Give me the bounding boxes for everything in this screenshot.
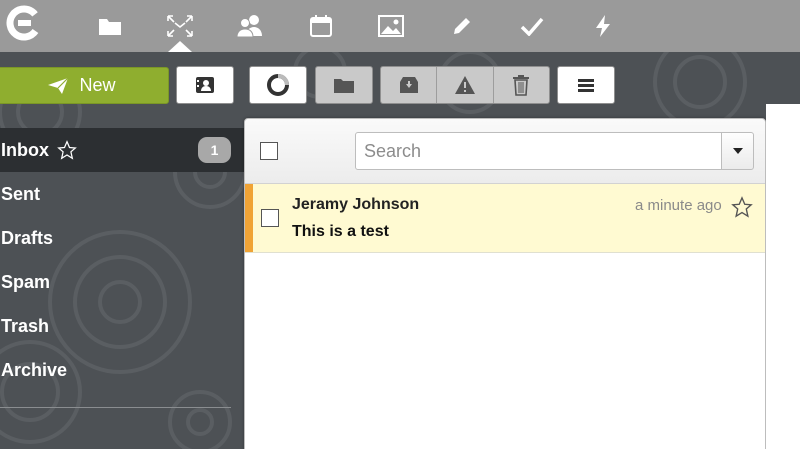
mail-icon — [167, 15, 193, 37]
app-calendar[interactable] — [299, 0, 343, 52]
message-row[interactable]: Jeramy Johnson This is a test a minute a… — [245, 184, 765, 253]
lightning-icon — [596, 15, 610, 37]
archive-button[interactable] — [381, 67, 438, 103]
folder-label: Inbox — [1, 139, 49, 160]
app-bar — [0, 0, 800, 52]
star-icon[interactable] — [731, 196, 753, 218]
select-all-checkbox[interactable] — [260, 142, 278, 160]
app-contacts[interactable] — [228, 0, 272, 52]
hamburger-menu-icon — [578, 79, 594, 92]
unread-count-badge: 1 — [198, 137, 231, 163]
active-app-indicator — [168, 41, 192, 52]
folder-spam[interactable]: Spam — [0, 260, 244, 304]
message-sender: Jeramy Johnson — [292, 196, 420, 213]
app-activity[interactable] — [581, 0, 625, 52]
address-book-icon — [196, 77, 214, 93]
app-files[interactable] — [88, 0, 132, 52]
unread-marker — [245, 184, 253, 252]
reading-pane — [766, 104, 800, 449]
folder-label: Drafts — [1, 227, 54, 248]
refresh-button[interactable] — [249, 66, 307, 104]
app-tasks[interactable] — [510, 0, 554, 52]
message-list-header — [245, 119, 765, 184]
folder-icon — [99, 19, 121, 35]
folder-drafts[interactable]: Drafts — [0, 216, 244, 260]
folder-label: Archive — [1, 359, 68, 380]
calendar-icon — [310, 15, 332, 37]
checkmark-icon — [520, 17, 544, 36]
move-to-folder-button[interactable] — [315, 66, 373, 104]
message-checkbox[interactable] — [261, 209, 279, 227]
contacts-button[interactable] — [176, 66, 234, 104]
menu-button[interactable] — [557, 66, 615, 104]
app-notes[interactable] — [440, 0, 484, 52]
message-subject: This is a test — [292, 223, 389, 240]
folder-label: Spam — [1, 271, 51, 292]
delete-button[interactable] — [494, 67, 549, 103]
new-message-button[interactable]: New — [0, 67, 169, 104]
message-time: a minute ago — [635, 197, 722, 214]
folder-archive[interactable]: Archive — [0, 348, 244, 392]
logo-icon — [6, 5, 42, 41]
folder-sent[interactable]: Sent — [0, 172, 244, 216]
search-options-dropdown[interactable] — [721, 132, 754, 170]
new-button-label: New — [79, 75, 116, 95]
pencil-icon — [454, 18, 470, 34]
spam-button[interactable] — [437, 67, 494, 103]
search-input[interactable] — [355, 132, 722, 170]
app-logo[interactable] — [6, 5, 42, 41]
send-icon — [48, 77, 69, 94]
folder-label: Trash — [1, 315, 50, 336]
folder-label: Sent — [1, 183, 41, 204]
sidebar-divider — [0, 407, 231, 408]
message-actions-group — [380, 66, 550, 104]
image-icon — [378, 15, 404, 37]
folder-sidebar: Inbox 1 Sent Drafts Spam Trash Archive — [0, 128, 244, 392]
archive-icon — [399, 77, 418, 93]
refresh-icon — [267, 74, 289, 96]
star-icon[interactable] — [57, 140, 77, 160]
folder-inbox[interactable]: Inbox 1 — [0, 128, 244, 172]
message-list-panel: Jeramy Johnson This is a test a minute a… — [244, 118, 766, 449]
folder-trash[interactable]: Trash — [0, 304, 244, 348]
contacts-icon — [236, 15, 262, 38]
trash-icon — [513, 75, 530, 96]
warning-icon — [454, 76, 475, 94]
folder-move-icon — [334, 79, 354, 93]
caret-down-icon — [732, 148, 743, 154]
app-photos[interactable] — [369, 0, 413, 52]
